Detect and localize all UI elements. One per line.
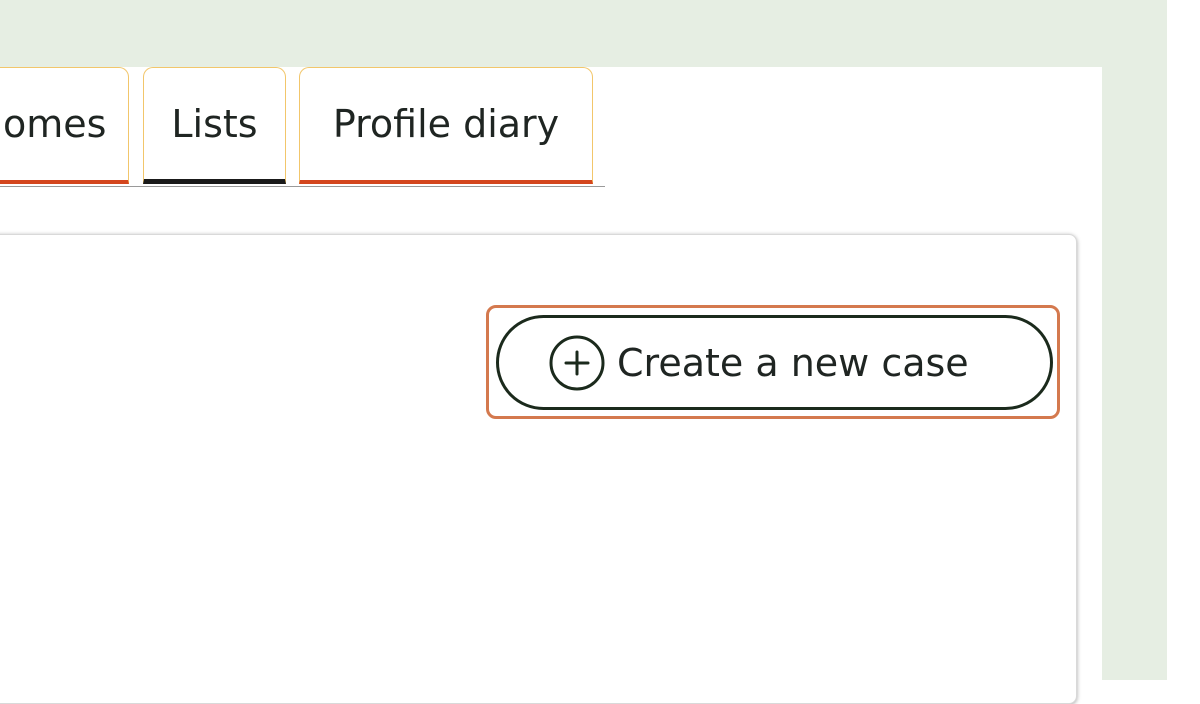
tab-label: Profile diary	[332, 102, 560, 146]
create-new-case-label: Create a new case	[617, 340, 969, 385]
tab-profile-diary[interactable]: Profile diary	[299, 67, 593, 184]
tab-label: Lists	[171, 102, 258, 146]
plus-circle-icon	[549, 335, 605, 390]
tab-lists[interactable]: Lists	[143, 67, 286, 184]
tab-outcomes[interactable]: omes	[0, 67, 129, 184]
create-new-case-button[interactable]: Create a new case	[496, 315, 1053, 410]
tabs-divider	[0, 186, 605, 187]
tab-label: omes	[3, 102, 107, 146]
window-edge	[1167, 0, 1200, 680]
